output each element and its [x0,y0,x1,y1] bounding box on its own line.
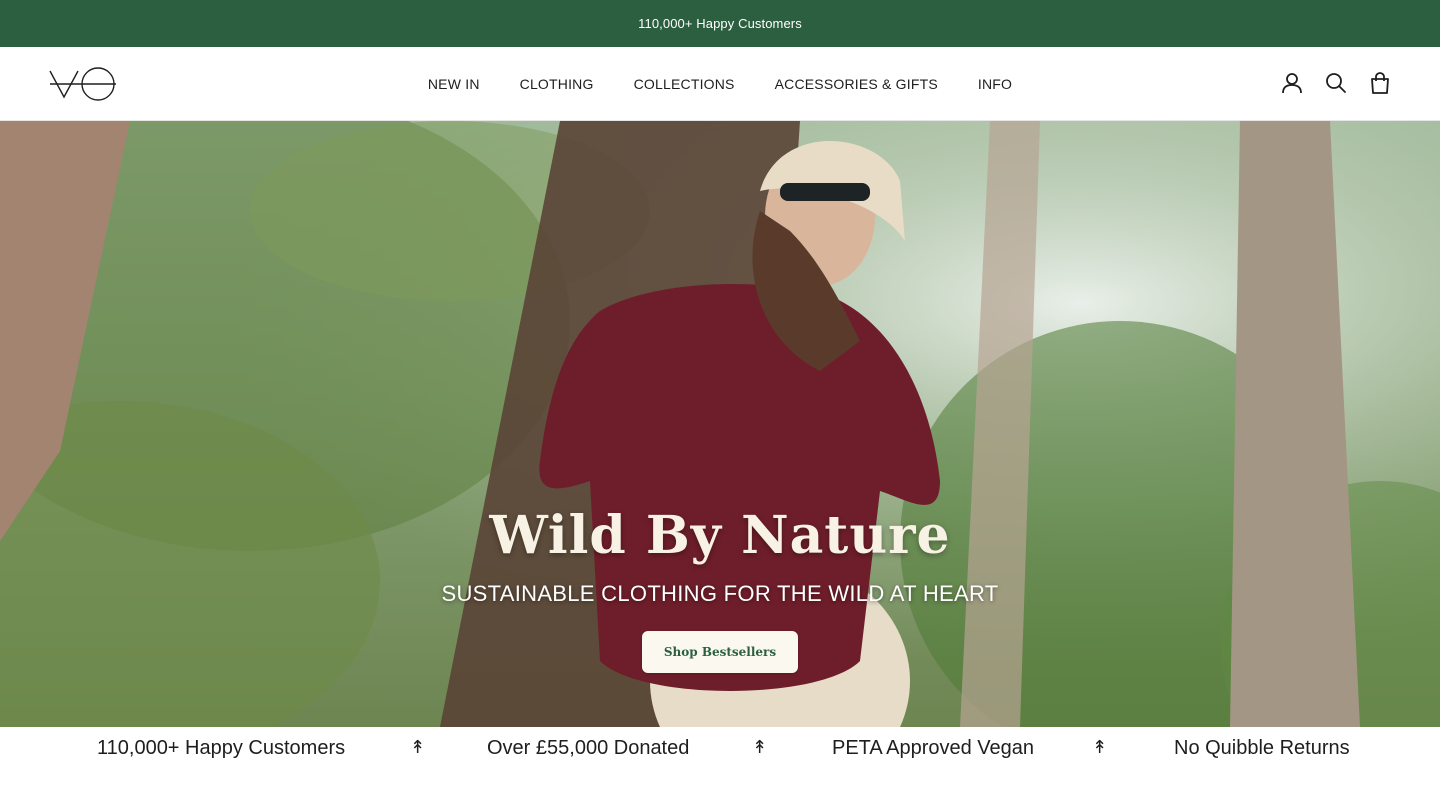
shop-bestsellers-button[interactable]: Shop Bestsellers [642,631,798,673]
usp-item: 110,000+ Happy Customers [97,737,346,759]
hero-banner: Wild By Nature SUSTAINABLE CLOTHING FOR … [0,121,1440,727]
tree-icon: ↟ [752,737,768,757]
announcement-bar: 110,000+ Happy Customers [0,0,1440,47]
site-header: NEW IN CLOTHING COLLECTIONS ACCESSORIES … [0,47,1440,121]
tree-icon: ↟ [1092,737,1108,757]
usp-bar: 110,000+ Happy Customers ↟ Over £55,000 … [0,727,1440,770]
usp-item: Over £55,000 Donated [487,737,690,759]
nav-clothing[interactable]: CLOTHING [520,76,594,92]
search-icon[interactable] [1324,71,1348,95]
announcement-text: 110,000+ Happy Customers [638,16,802,31]
hero-subtitle: SUSTAINABLE CLOTHING FOR THE WILD AT HEA… [441,581,999,606]
vo-logo-icon[interactable] [48,67,118,101]
nav-new-in[interactable]: NEW IN [428,76,480,92]
tree-icon: ↟ [410,737,426,757]
main-nav: NEW IN CLOTHING COLLECTIONS ACCESSORIES … [0,47,1440,121]
usp-item: PETA Approved Vegan [832,737,1035,759]
nav-collections[interactable]: COLLECTIONS [634,76,735,92]
nav-info[interactable]: INFO [978,76,1012,92]
nav-accessories-gifts[interactable]: ACCESSORIES & GIFTS [775,76,938,92]
bag-icon[interactable] [1368,71,1392,95]
hero-title: Wild By Nature [489,505,951,566]
account-icon[interactable] [1280,71,1304,95]
header-icons [1280,71,1392,95]
usp-item: No Quibble Returns [1174,737,1350,759]
